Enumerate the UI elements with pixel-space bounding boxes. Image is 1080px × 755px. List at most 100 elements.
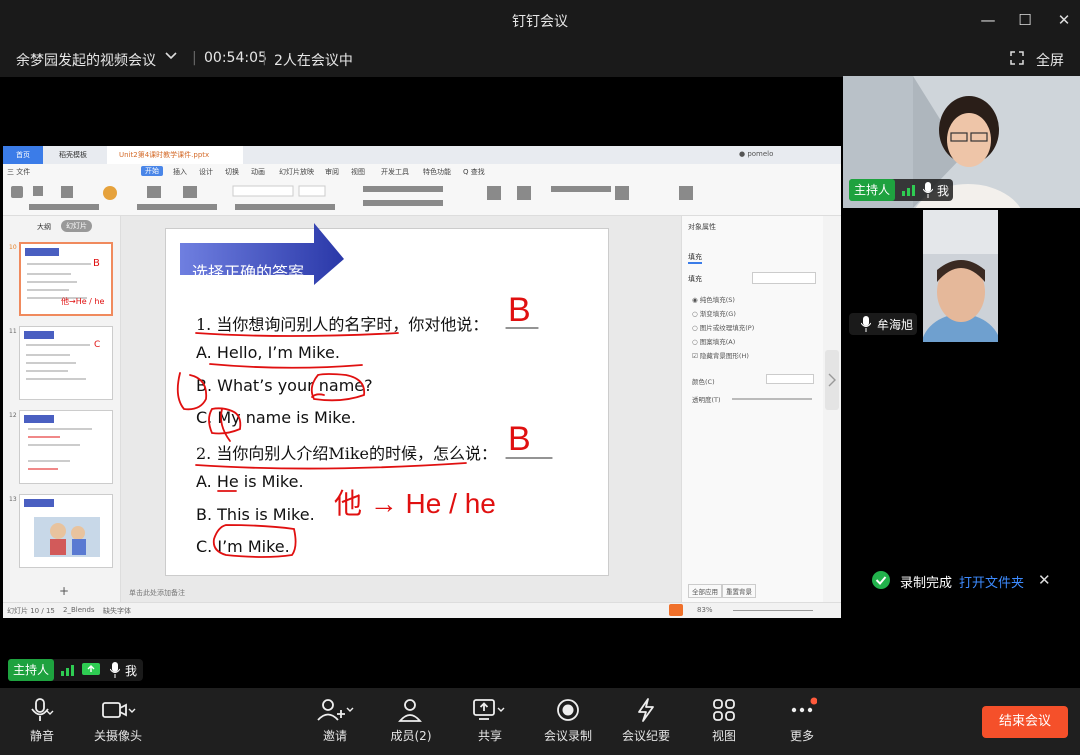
ppt-tab-document-label: Unit2第4课时教学课件.pptx — [119, 151, 210, 159]
fill-option-picture-label: 图片或纹理填充(P) — [699, 324, 755, 332]
mic-icon — [860, 316, 872, 335]
members-button[interactable]: 成员(2) — [379, 696, 443, 744]
ppt-menu-insert[interactable]: 插入 — [173, 167, 187, 177]
meeting-info-bar: 余梦园发起的视频会议 | 00:54:05 | 2人在会议中 全屏 — [0, 40, 1080, 77]
reset-background-button[interactable]: 重置背景 — [722, 584, 756, 598]
view-button[interactable]: 视图 — [692, 696, 756, 744]
apply-all-button[interactable]: 全部应用 — [688, 584, 722, 598]
slide-thumbnail[interactable] — [19, 410, 113, 484]
mute-button[interactable]: 静音 — [10, 696, 74, 744]
ppt-tab-home[interactable]: 首页 — [3, 146, 43, 164]
add-slide-icon[interactable]: + — [59, 584, 69, 598]
chevron-down-icon[interactable] — [164, 49, 178, 67]
ppt-menu-devtools[interactable]: 开发工具 — [381, 167, 409, 177]
slide-thumbnail[interactable]: B 他→He / he — [19, 242, 113, 316]
ppt-tab-document[interactable]: Unit2第4课时教学课件.pptx — [107, 146, 243, 164]
ppt-menu-transition[interactable]: 切换 — [225, 167, 239, 177]
record-icon — [536, 696, 600, 724]
maximize-button[interactable]: ☐ — [1013, 8, 1037, 32]
minutes-button[interactable]: 会议纪要 — [614, 696, 678, 744]
lightning-icon — [614, 696, 678, 724]
ppt-tab-strip: 首页 稻壳模板 Unit2第4课时教学课件.pptx ● pomelo — [3, 146, 841, 164]
svg-text:他→He / he: 他→He / he — [61, 296, 104, 306]
notes-hint[interactable]: 单击此处添加备注 — [129, 588, 185, 598]
fill-option-gradient-label: 渐变填充(G) — [699, 310, 736, 318]
record-button[interactable]: 会议录制 — [536, 696, 600, 744]
thumb-number: 11 — [9, 328, 17, 335]
mic-icon — [922, 182, 934, 201]
play-slideshow-icon[interactable] — [669, 604, 683, 616]
add-person-icon — [303, 696, 367, 724]
host-label: 主持人 — [849, 179, 896, 201]
ppt-side-toolbar — [823, 216, 841, 606]
zoom-slider[interactable] — [733, 610, 813, 611]
ppt-menu-start[interactable]: 开始 — [141, 166, 163, 176]
color-label: 颜色(C) — [692, 378, 715, 386]
camera-icon — [86, 696, 150, 724]
pane-tab-slides[interactable]: 幻灯片 — [61, 220, 92, 232]
slide-thumbnail[interactable] — [19, 494, 113, 568]
ppt-menu-search[interactable]: Q 查找 — [463, 167, 485, 177]
participant-video-tile[interactable] — [923, 210, 998, 342]
fill-option-picture[interactable]: ○ 图片或纹理填充(P) — [692, 322, 754, 332]
ppt-tab-templates[interactable]: 稻壳模板 — [47, 146, 103, 164]
ppt-menu-file[interactable]: 三 文件 — [7, 167, 30, 177]
close-notice-icon[interactable]: ✕ — [1038, 571, 1051, 589]
signal-icon — [901, 184, 917, 199]
transparency-label: 透明度(T) — [692, 396, 721, 404]
panel-expand-handle[interactable] — [825, 350, 839, 410]
members-icon — [379, 696, 443, 724]
ppt-menu-review[interactable]: 审阅 — [325, 167, 339, 177]
close-button[interactable]: ✕ — [1052, 8, 1076, 32]
hide-background-checkbox[interactable]: ☑ 隐藏背景图形(H) — [692, 350, 749, 360]
grid-view-icon — [692, 696, 756, 724]
self-label: 我 — [125, 664, 138, 678]
theme-name: 2_Blends — [63, 606, 95, 614]
ppt-tab-templates-label: 稻壳模板 — [59, 151, 87, 159]
check-circle-icon — [872, 571, 890, 593]
fullscreen-icon[interactable] — [1010, 51, 1024, 69]
meeting-duration: 00:54:05 — [204, 50, 267, 66]
pane-tab-outline[interactable]: 大纲 — [37, 222, 51, 232]
panel-tab-fill[interactable]: 填充 — [688, 252, 702, 264]
participant-name-tag: 牟海旭 — [849, 313, 917, 335]
share-button[interactable]: 共享 — [458, 696, 522, 744]
ppt-menu-row: 三 文件 开始 插入 设计 切换 动画 幻灯片放映 审阅 视图 开发工具 特色功… — [3, 164, 841, 180]
recording-done-notice: 录制完成 打开文件夹 ✕ — [870, 570, 1070, 594]
ppt-menu-animation[interactable]: 动画 — [251, 167, 265, 177]
self-label: 我 — [937, 184, 950, 198]
color-picker[interactable] — [766, 374, 814, 384]
transparency-slider[interactable] — [732, 398, 812, 400]
svg-text:C: C — [94, 340, 100, 350]
end-meeting-button[interactable]: 结束会议 — [982, 706, 1068, 738]
fill-option-pattern[interactable]: ○ 图案填充(A) — [692, 336, 735, 346]
invite-label: 邀请 — [322, 729, 347, 743]
more-button[interactable]: 更多 — [770, 696, 834, 744]
ppt-menu-slideshow[interactable]: 幻灯片放映 — [279, 167, 314, 177]
fill-select[interactable] — [752, 272, 816, 284]
host-video-tile[interactable]: 主持人 我 — [843, 76, 1080, 208]
open-folder-link[interactable]: 打开文件夹 — [959, 572, 1024, 591]
meeting-name[interactable]: 余梦园发起的视频会议 — [16, 50, 156, 70]
fill-option-solid[interactable]: ◉ 纯色填充(S) — [692, 294, 735, 304]
screen-share-icon — [82, 662, 100, 681]
mute-label: 静音 — [29, 729, 54, 743]
invite-button[interactable]: 邀请 — [303, 696, 367, 744]
participant-name: 牟海旭 — [877, 318, 914, 332]
missing-font[interactable]: 缺失字体 — [103, 606, 131, 616]
camera-button[interactable]: 关摄像头 — [86, 696, 150, 744]
slide-counter: 幻灯片 10 / 15 — [7, 607, 55, 615]
ppt-menu-design[interactable]: 设计 — [199, 167, 213, 177]
ppt-menu-features[interactable]: 特色功能 — [423, 167, 451, 177]
ppt-menu-view[interactable]: 视图 — [351, 167, 365, 177]
fullscreen-button[interactable]: 全屏 — [1036, 50, 1064, 70]
signal-icon — [60, 664, 76, 679]
slide-thumbnail[interactable]: C — [19, 326, 113, 400]
minutes-label: 会议纪要 — [621, 729, 670, 743]
more-label: 更多 — [789, 729, 814, 743]
self-status-tag: 主持人 我 — [8, 659, 143, 681]
fill-option-solid-label: 纯色填充(S) — [699, 296, 735, 304]
fill-option-gradient[interactable]: ○ 渐变填充(G) — [692, 308, 736, 318]
fill-option-pattern-label: 图案填充(A) — [699, 338, 736, 346]
minimize-button[interactable]: — — [976, 8, 1000, 32]
